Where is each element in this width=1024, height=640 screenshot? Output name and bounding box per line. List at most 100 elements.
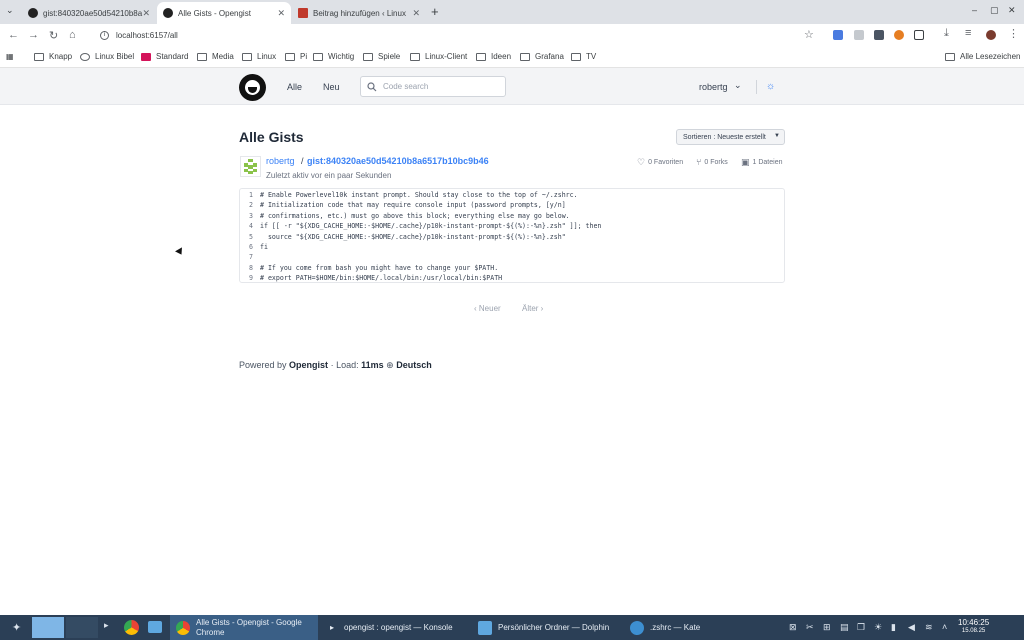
tab-gist[interactable]: gist:840320ae50d54210b8a ✕	[22, 2, 156, 24]
extensions-puzzle-icon[interactable]	[914, 30, 924, 40]
opengist-favicon	[163, 8, 173, 18]
bookmark-folder[interactable]: Grafana	[520, 52, 564, 61]
bookmark-link[interactable]: Linux Bibel	[80, 52, 134, 61]
maximize-icon[interactable]: ▢	[990, 5, 999, 16]
close-window-icon[interactable]: ✕	[1008, 5, 1016, 16]
sort-dropdown[interactable]: Sortieren : Neueste erstellt ▼	[676, 129, 785, 145]
drive-icon[interactable]: ▤	[840, 622, 849, 633]
opengist-logo[interactable]	[239, 74, 266, 101]
bookmark-link[interactable]: Standard	[141, 52, 188, 61]
theme-sun-icon[interactable]: ☼	[766, 81, 775, 92]
forks-count[interactable]: ⑂ 0 Forks	[696, 157, 728, 167]
tray-icon[interactable]: ⊞	[823, 622, 831, 633]
code-line: 7	[249, 253, 253, 262]
bookmark-folder[interactable]: Linux	[242, 52, 276, 61]
tab-beitrag[interactable]: Beitrag hinzufügen ‹ Linux ✕	[292, 2, 426, 24]
load-time: 11ms	[361, 360, 384, 370]
page-title: Alle Gists	[239, 129, 304, 145]
avatar[interactable]	[240, 156, 261, 177]
dolphin-launcher-icon[interactable]	[148, 621, 162, 633]
konsole-icon: ▸	[330, 623, 335, 632]
code-preview[interactable]: 1 # Enable Powerlevel10k instant prompt. …	[239, 188, 785, 283]
desktop-pager-2[interactable]	[66, 617, 98, 638]
chrome-launcher-icon[interactable]	[124, 620, 139, 635]
identicon-icon	[244, 159, 257, 174]
bookmark-folder[interactable]: TV	[571, 52, 596, 61]
close-tab-icon[interactable]: ✕	[412, 8, 420, 19]
download-icon[interactable]: ⤓	[944, 27, 949, 40]
clipboard-icon[interactable]: ⊠	[789, 622, 797, 633]
tab-search-icon[interactable]: ⌄	[6, 5, 14, 16]
all-bookmarks[interactable]: Alle Lesezeichen	[945, 52, 1020, 61]
nav-alle[interactable]: Alle	[287, 82, 302, 92]
user-menu[interactable]: robertg	[699, 82, 728, 92]
site-icon	[141, 52, 151, 61]
desktop-pager-1[interactable]	[32, 617, 64, 638]
media-icon[interactable]: ≡	[965, 27, 971, 39]
brightness-icon[interactable]: ☀	[874, 622, 882, 633]
taskbar-window-kate[interactable]: .zshrc — Kate	[624, 615, 770, 640]
forward-icon[interactable]: →	[28, 29, 39, 41]
menu-dots-icon[interactable]: ⋮	[1008, 27, 1019, 40]
back-icon[interactable]: ←	[8, 29, 19, 41]
kate-icon	[630, 620, 644, 635]
divider	[756, 80, 757, 94]
page-footer: Powered by Opengist · Load: 11ms ⊕ Deuts…	[239, 360, 432, 370]
translate-extension-icon[interactable]	[833, 30, 843, 40]
taskbar-window-dolphin[interactable]: Persönlicher Ordner — Dolphin	[472, 615, 620, 640]
bookmark-folder[interactable]: Media	[197, 52, 234, 61]
pager-older[interactable]: Älter ›	[522, 304, 543, 313]
close-tab-icon[interactable]: ✕	[277, 8, 285, 19]
gist-owner-link[interactable]: robertg	[266, 156, 295, 166]
bookmark-folder[interactable]: Wichtig	[313, 52, 354, 61]
files-count[interactable]: ▣ 1 Dateien	[741, 157, 782, 168]
tool-icon[interactable]: ✂	[806, 622, 814, 633]
profile-avatar-icon[interactable]	[986, 30, 996, 40]
system-taskbar: ✦ ▸ Alle Gists - Opengist - Google Chrom…	[0, 615, 1024, 640]
opengist-link[interactable]: Opengist	[289, 360, 328, 370]
battery-icon[interactable]: ▮	[891, 622, 896, 633]
chevron-right-icon: ›	[538, 304, 544, 313]
browser-toolbar: ← → ↻ ⌂ i localhost:6157/all ☆ ⤓ ≡ ⋮	[0, 24, 1024, 47]
minimize-icon[interactable]: –	[972, 5, 977, 15]
new-tab-icon[interactable]: +	[431, 4, 439, 19]
volume-icon[interactable]: ◀	[908, 622, 915, 633]
clipboard-icon[interactable]: ❐	[857, 622, 865, 633]
globe-icon	[80, 52, 90, 61]
home-icon[interactable]: ⌂	[69, 29, 76, 41]
tab-alle-gists[interactable]: Alle Gists - Opengist ✕	[157, 2, 291, 24]
bookmarks-bar: ▦ Knapp Linux Bibel Standard Media Linux…	[0, 47, 1024, 68]
konsole-launcher-icon[interactable]: ▸	[104, 620, 109, 631]
wifi-icon[interactable]: ≋	[925, 622, 933, 633]
gist-title-link[interactable]: gist:840320ae50d54210b8a6517b10bc9b46	[307, 156, 489, 166]
folder-icon	[945, 52, 955, 61]
folder-icon	[34, 52, 44, 61]
taskbar-window-chrome[interactable]: Alle Gists - Opengist - Google Chrome	[170, 615, 318, 640]
extension-icon[interactable]	[854, 30, 864, 40]
language-selector[interactable]: ⊕ Deutsch	[386, 360, 432, 370]
tray-expand-icon[interactable]: ˄	[942, 622, 947, 632]
file-icon: ▣	[741, 157, 750, 167]
extension-icon[interactable]	[874, 30, 884, 40]
chevron-down-icon[interactable]: ⌄	[734, 80, 742, 91]
favorites-count[interactable]: ♡ 0 Favoriten	[637, 157, 683, 168]
bookmark-folder[interactable]: Ideen	[476, 52, 511, 61]
site-info-icon[interactable]: i	[100, 31, 109, 40]
address-bar[interactable]: i localhost:6157/all	[92, 26, 828, 45]
extension-icon[interactable]	[894, 30, 904, 40]
reload-icon[interactable]: ↻	[49, 29, 58, 42]
apps-grid-icon[interactable]: ▦	[6, 52, 14, 61]
bookmark-folder[interactable]: Pi	[285, 52, 307, 61]
pager-newer[interactable]: ‹ Neuer	[474, 304, 501, 313]
clock[interactable]: 10:46:25 15.08.25	[958, 618, 989, 636]
nav-neu[interactable]: Neu	[323, 82, 340, 92]
code-search-input[interactable]: Code search	[360, 76, 506, 97]
close-tab-icon[interactable]: ✕	[142, 8, 150, 19]
bookmark-star-icon[interactable]: ☆	[804, 28, 814, 41]
wordpress-favicon	[298, 8, 308, 18]
bookmark-folder[interactable]: Linux-Client	[410, 52, 467, 61]
bookmark-folder[interactable]: Spiele	[363, 52, 400, 61]
bookmark-folder[interactable]: Knapp	[34, 52, 72, 61]
app-launcher-icon[interactable]: ✦	[12, 621, 21, 634]
taskbar-window-konsole[interactable]: ▸ opengist : opengist — Konsole	[322, 615, 468, 640]
